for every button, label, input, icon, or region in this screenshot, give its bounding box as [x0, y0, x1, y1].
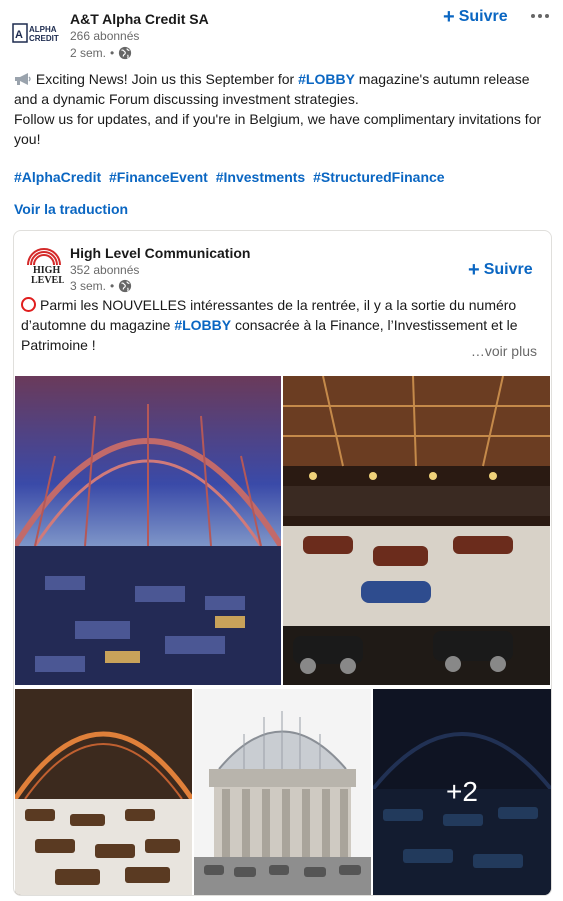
reshare-post-time: 3 sem. •	[70, 279, 132, 293]
hashtag-link[interactable]: #LOBBY	[298, 71, 355, 87]
alpha-credit-logo-icon: A ALPHA CREDIT	[12, 23, 59, 43]
post-image[interactable]	[15, 376, 281, 685]
hashtag-list: #AlphaCredit #FinanceEvent #Investments …	[14, 169, 449, 185]
reshare-author-name[interactable]: High Level Communication	[70, 245, 250, 261]
globe-icon	[119, 279, 132, 293]
hashtag-link[interactable]: #LOBBY	[174, 317, 231, 333]
follow-label: Suivre	[458, 8, 508, 25]
post-time: 2 sem. •	[70, 46, 132, 60]
post-text-part: Exciting News! Join us this September fo…	[35, 71, 299, 87]
more-dot-icon	[538, 14, 542, 18]
red-circle-icon	[21, 297, 36, 312]
see-more-link[interactable]: …voir plus	[471, 343, 537, 359]
vintage-cars-image	[283, 376, 550, 685]
hashtag-link[interactable]: #AlphaCredit	[14, 169, 101, 185]
reshare-time-label: 3 sem.	[70, 279, 107, 293]
see-translation-link[interactable]: Voir la traduction	[14, 201, 128, 217]
hashtag-link[interactable]: #StructuredFinance	[313, 169, 444, 185]
reshare-author-followers: 352 abonnés	[70, 263, 140, 277]
reshared-post[interactable]: HIGH LEVEL High Level Communication 352 …	[13, 230, 552, 896]
building-facade-image	[194, 689, 371, 895]
hall-overview-image	[15, 689, 192, 895]
post-text-line: Follow us for updates, and if you're in …	[14, 111, 542, 147]
author-followers: 266 abonnés	[70, 29, 140, 43]
hashtag-link[interactable]: #FinanceEvent	[109, 169, 208, 185]
reshare-text: Parmi les NOUVELLES intéressantes de la …	[21, 295, 543, 355]
more-options-button[interactable]	[527, 6, 553, 26]
more-dot-icon	[545, 14, 549, 18]
post-image[interactable]	[194, 689, 371, 895]
post-text: Exciting News! Join us this September fo…	[14, 69, 549, 149]
post-time-label: 2 sem.	[70, 46, 107, 60]
post-image[interactable]	[15, 689, 192, 895]
svg-text:LEVEL: LEVEL	[31, 275, 64, 286]
follow-label: Suivre	[483, 261, 533, 278]
more-images-count: +2	[446, 776, 478, 807]
hashtag-link[interactable]: #Investments	[216, 169, 305, 185]
company-logo[interactable]: HIGH LEVEL	[24, 243, 72, 291]
exhibition-hall-image	[15, 376, 281, 685]
follow-button[interactable]: + Suivre	[443, 6, 508, 28]
plus-icon: +	[468, 259, 480, 281]
company-logo[interactable]: A ALPHA CREDIT	[12, 22, 62, 72]
svg-text:CREDIT: CREDIT	[29, 34, 59, 43]
plus-icon: +	[443, 6, 455, 28]
megaphone-icon	[15, 73, 31, 85]
author-name[interactable]: A&T Alpha Credit SA	[70, 11, 209, 27]
post-image[interactable]	[283, 376, 550, 685]
more-dot-icon	[531, 14, 535, 18]
high-level-logo-icon: HIGH LEVEL	[27, 248, 65, 286]
more-images-tile[interactable]: +2	[373, 689, 551, 895]
globe-icon	[119, 46, 132, 60]
reshare-follow-button[interactable]: + Suivre	[468, 259, 533, 281]
svg-text:A: A	[15, 29, 23, 41]
svg-text:ALPHA: ALPHA	[29, 25, 57, 34]
